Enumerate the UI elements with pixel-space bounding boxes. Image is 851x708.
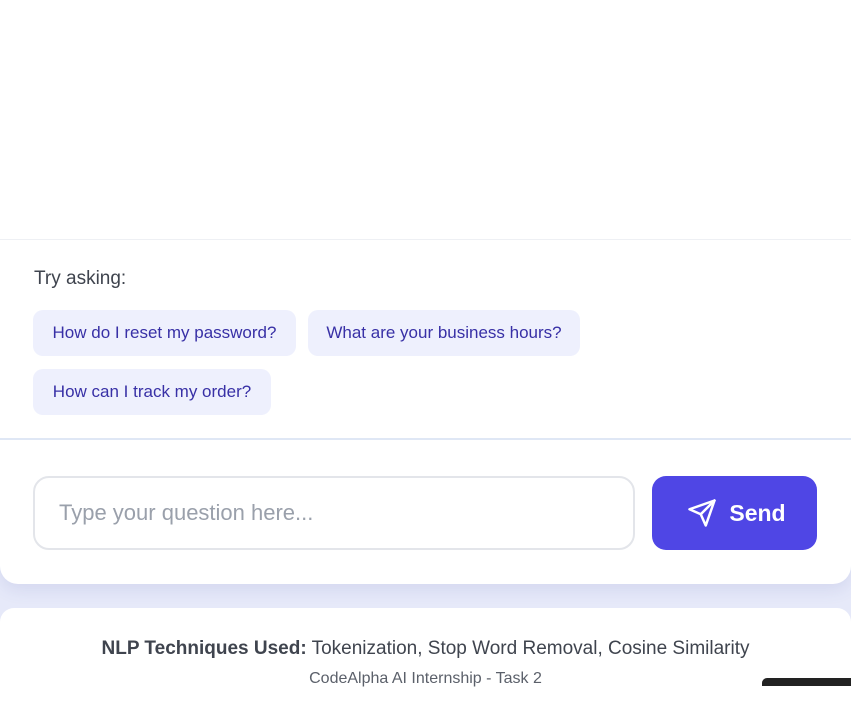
- try-asking-label: Try asking:: [34, 268, 127, 289]
- suggestion-chip-reset-password[interactable]: How do I reset my password?: [33, 310, 296, 356]
- nlp-techniques-value: Tokenization, Stop Word Removal, Cosine …: [306, 638, 750, 659]
- paper-plane-icon: [687, 498, 717, 528]
- nlp-techniques-label: NLP Techniques Used:: [101, 638, 307, 659]
- chat-messages-area: [0, 0, 851, 240]
- suggestion-chip-business-hours[interactable]: What are your business hours?: [308, 310, 580, 356]
- suggestion-chip-track-order[interactable]: How can I track my order?: [33, 369, 271, 415]
- credit-text: CodeAlpha AI Internship - Task 2: [309, 670, 542, 687]
- send-button-label: Send: [729, 499, 786, 526]
- question-input[interactable]: [33, 476, 635, 550]
- corner-overlay-bar: [762, 678, 851, 686]
- nlp-techniques-line: NLP Techniques Used: Tokenization, Stop …: [0, 636, 851, 662]
- send-button[interactable]: Send: [652, 476, 817, 550]
